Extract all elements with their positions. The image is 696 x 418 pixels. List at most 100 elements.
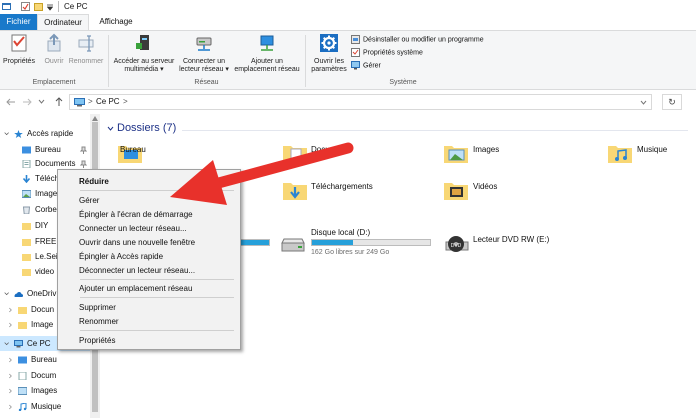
expand-chevron-icon[interactable] [4,290,10,298]
nav-item-telechargements[interactable]: Téléch [22,172,59,186]
address-bar[interactable]: > Ce PC > [69,94,652,110]
nav-item-pc-images[interactable]: Images [8,384,57,398]
tab-fichier[interactable]: Fichier [0,14,37,30]
rename-label: Renommer [68,58,104,65]
nav-item-acces-rapide[interactable]: Accès rapide [4,127,73,141]
address-path-ce-pc[interactable]: Ce PC [96,97,120,106]
pin-icon[interactable] [80,160,87,168]
nav-item-video[interactable]: video [22,265,54,279]
menu-item-ouvrir-nouvelle-fenetre[interactable]: Ouvrir dans une nouvelle fenêtre [79,238,195,247]
nav-label: Docum [31,371,57,380]
collapse-chevron-icon[interactable] [8,372,14,380]
menu-item-deconnecter-lecteur-reseau[interactable]: Déconnecter un lecteur réseau... [79,266,195,275]
download-arrow-icon [22,174,31,183]
add-network-location-label-1: Ajouter un [251,58,283,65]
recent-locations-chevron-icon[interactable] [38,99,45,105]
properties-quick-icon[interactable] [21,2,30,11]
nav-item-images[interactable]: Image [22,187,57,201]
svg-text:DVD: DVD [451,243,462,249]
downloads-folder-icon[interactable] [283,180,307,200]
tab-ordinateur[interactable]: Ordinateur [37,14,89,30]
folder-label-telechargements[interactable]: Téléchargements [311,182,373,191]
expand-chevron-icon[interactable] [4,130,10,138]
nav-label: Bureau [31,355,57,364]
address-separator: > [88,97,93,106]
add-network-location-button[interactable]: Ajouter un emplacement réseau [232,33,302,74]
menu-item-proprietes[interactable]: Propriétés [79,336,115,345]
nav-item-pc-bureau[interactable]: Bureau [8,353,57,367]
pin-icon[interactable] [80,146,87,154]
menu-item-connecter-lecteur-reseau[interactable]: Connecter un lecteur réseau... [79,224,187,233]
open-button[interactable]: Ouvrir [40,33,68,66]
address-dropdown-chevron-icon[interactable] [640,100,647,105]
nav-label: Image [31,320,54,329]
nav-label: Documents [35,159,76,168]
pictures-folder-icon[interactable] [444,143,468,163]
rename-button[interactable]: Renommer [68,33,104,66]
group-label-systeme: Système [389,79,417,86]
folder-icon [18,321,27,329]
nav-item-pc-documents[interactable]: Docum [8,369,56,383]
music-icon [18,402,27,411]
nav-label: Docun [31,305,55,314]
system-properties-button[interactable]: Propriétés système [351,48,423,58]
folders-section-header[interactable]: Dossiers (7) [117,122,176,134]
nav-item-pc-musique[interactable]: Musique [8,400,61,414]
scroll-up-arrow-icon[interactable] [92,116,98,121]
menu-item-epingler-demarrage[interactable]: Épingler à l'écran de démarrage [79,210,193,219]
folder-label-documents[interactable]: Documents [311,145,351,154]
drive-e-label[interactable]: Lecteur DVD RW (E:) [473,235,549,244]
folder-label-images[interactable]: Images [473,145,499,154]
open-settings-button[interactable]: Ouvrir les paramètres [309,33,349,74]
settings-gear-icon [320,34,338,52]
folder-label-bureau[interactable]: Bureau [120,145,146,154]
hard-drive-icon[interactable] [280,237,306,253]
nav-item-ce-pc[interactable]: Ce PC [4,337,51,351]
menu-item-supprimer[interactable]: Supprimer [79,303,116,312]
nav-label: Corbei [35,205,59,214]
map-network-drive-button[interactable]: Connecter un lecteur réseau ▾ [178,33,230,74]
folder-label-videos[interactable]: Vidéos [473,182,497,191]
collapse-chevron-icon[interactable] [8,387,14,395]
uninstall-program-button[interactable]: Désinstaller ou modifier un programme [351,35,484,45]
menu-item-ajouter-emplacement-reseau[interactable]: Ajouter un emplacement réseau [79,284,192,293]
tab-affichage[interactable]: Affichage [90,14,142,30]
menu-item-renommer[interactable]: Renommer [79,317,119,326]
nav-item-corbeille[interactable]: Corbei [22,203,59,217]
nav-item-onedrive-documents[interactable]: Docun [8,303,54,317]
collapse-chevron-icon[interactable] [8,403,14,411]
menu-item-gerer[interactable]: Gérer [79,196,99,205]
collapse-chevron-icon[interactable] [8,306,14,314]
nav-item-bureau[interactable]: Bureau [22,143,61,157]
folder-label-musique[interactable]: Musique [637,145,667,154]
back-arrow-icon[interactable] [6,97,16,107]
videos-folder-icon[interactable] [444,180,468,200]
forward-arrow-icon[interactable] [22,97,32,107]
music-folder-icon[interactable] [608,143,632,163]
open-icon [47,33,61,52]
collapse-chevron-icon[interactable] [8,321,14,329]
customize-dropdown-icon[interactable] [47,2,53,11]
menu-item-reduire[interactable]: Réduire [79,177,109,186]
nav-item-onedrive[interactable]: OneDriv [4,287,56,301]
drive-d-label[interactable]: Disque local (D:) [311,228,370,237]
nav-item-onedrive-images[interactable]: Image [8,318,53,332]
media-server-button[interactable]: Accéder au serveur multimédia ▾ [111,33,177,74]
folder-icon [22,253,31,261]
manage-button[interactable]: Gérer [351,61,381,71]
properties-button[interactable]: Propriétés [3,33,35,66]
collapse-chevron-icon[interactable] [8,356,14,364]
pictures-folder-icon [22,189,31,198]
collapse-section-chevron-icon[interactable] [107,126,114,131]
up-arrow-icon[interactable] [54,97,64,107]
folder-icon [22,268,31,276]
open-settings-label-1: Ouvrir les [314,58,344,65]
network-drive-icon [196,37,212,51]
dvd-drive-icon[interactable]: DVD [444,234,470,256]
expand-chevron-icon[interactable] [4,340,10,348]
nav-item-diy[interactable]: DIY [22,219,48,233]
menu-item-epingler-acces-rapide[interactable]: Épingler à Accès rapide [79,252,163,261]
new-folder-quick-icon[interactable] [34,2,43,11]
refresh-button[interactable]: ↻ [662,94,682,110]
documents-folder-icon[interactable] [283,143,307,163]
